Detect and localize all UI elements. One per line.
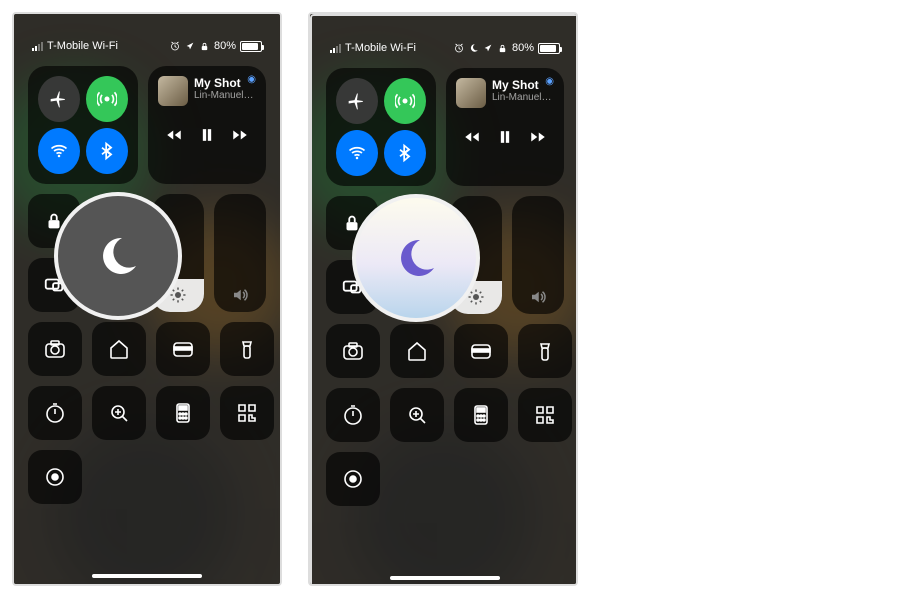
next-track-button[interactable]: [529, 128, 547, 146]
next-track-button[interactable]: [231, 126, 249, 144]
wallet-button[interactable]: [454, 324, 508, 378]
album-art: [158, 76, 188, 106]
connectivity-card[interactable]: [326, 68, 436, 186]
track-artist: Lin-Manuel Miran…: [194, 90, 256, 101]
screen-record-button[interactable]: [28, 450, 82, 504]
carrier-label: T-Mobile Wi-Fi: [345, 42, 416, 54]
track-artist: Lin-Manuel Miran…: [492, 92, 554, 103]
volume-slider[interactable]: [214, 194, 266, 312]
moon-icon: [392, 234, 440, 282]
album-art: [456, 78, 486, 108]
dnd-highlight-on: [352, 194, 480, 322]
moon-icon: [94, 232, 142, 280]
dnd-highlight-off: [54, 192, 182, 320]
calculator-button[interactable]: [156, 386, 210, 440]
airplane-mode-button[interactable]: [336, 78, 378, 124]
prev-track-button[interactable]: [463, 128, 481, 146]
dnd-status-moon-icon: [469, 43, 479, 53]
now-playing-card[interactable]: ◉ My Shot Lin-Manuel Miran…: [446, 68, 564, 186]
airplane-mode-button[interactable]: [38, 76, 80, 122]
status-bar: T-Mobile Wi-Fi 80%: [28, 14, 266, 56]
play-pause-button[interactable]: [495, 127, 515, 147]
wifi-button[interactable]: [336, 130, 378, 176]
connectivity-card[interactable]: [28, 66, 138, 184]
wallet-button[interactable]: [156, 322, 210, 376]
flashlight-button[interactable]: [220, 322, 274, 376]
now-playing-card[interactable]: ◉ My Shot Lin-Manuel Miran…: [148, 66, 266, 184]
magnifier-button[interactable]: [390, 388, 444, 442]
cellular-data-button[interactable]: [86, 76, 128, 122]
screenshot-2: Do Not Disturb For 1 hour Until this eve…: [308, 12, 578, 586]
magnifier-button[interactable]: [92, 386, 146, 440]
cellular-signal-icon: [32, 41, 43, 51]
airplay-icon[interactable]: ◉: [247, 74, 256, 85]
location-icon: [483, 43, 493, 53]
volume-slider[interactable]: [512, 196, 564, 314]
airplay-icon[interactable]: ◉: [545, 76, 554, 87]
carrier-label: T-Mobile Wi-Fi: [47, 40, 118, 52]
alarm-icon: [169, 40, 181, 52]
camera-button[interactable]: [326, 324, 380, 378]
calculator-button[interactable]: [454, 388, 508, 442]
home-indicator[interactable]: [92, 574, 202, 578]
screenshot-3: T-Mobile Wi-Fi 80% ◉ My Shot: [310, 14, 578, 586]
battery-icon: [538, 43, 560, 54]
cellular-data-button[interactable]: [384, 78, 426, 124]
timer-button[interactable]: [28, 386, 82, 440]
flashlight-button[interactable]: [518, 324, 572, 378]
status-bar: T-Mobile Wi-Fi 80%: [326, 16, 564, 58]
qr-scanner-button[interactable]: [518, 388, 572, 442]
alarm-icon: [453, 42, 465, 54]
camera-button[interactable]: [28, 322, 82, 376]
bluetooth-button[interactable]: [384, 130, 426, 176]
qr-scanner-button[interactable]: [220, 386, 274, 440]
screenshot-1: T-Mobile Wi-Fi 80% ◉ My Shot: [12, 12, 282, 586]
timer-button[interactable]: [326, 388, 380, 442]
screen-record-button[interactable]: [326, 452, 380, 506]
home-indicator[interactable]: [390, 576, 500, 580]
cellular-signal-icon: [330, 43, 341, 53]
prev-track-button[interactable]: [165, 126, 183, 144]
battery-icon: [240, 41, 262, 52]
play-pause-button[interactable]: [197, 125, 217, 145]
battery-percent: 80%: [214, 40, 236, 52]
rotation-lock-icon: [497, 43, 508, 54]
battery-percent: 80%: [512, 42, 534, 54]
bluetooth-button[interactable]: [86, 128, 128, 174]
home-button[interactable]: [92, 322, 146, 376]
home-button[interactable]: [390, 324, 444, 378]
location-icon: [185, 41, 195, 51]
wifi-button[interactable]: [38, 128, 80, 174]
rotation-lock-icon: [199, 41, 210, 52]
